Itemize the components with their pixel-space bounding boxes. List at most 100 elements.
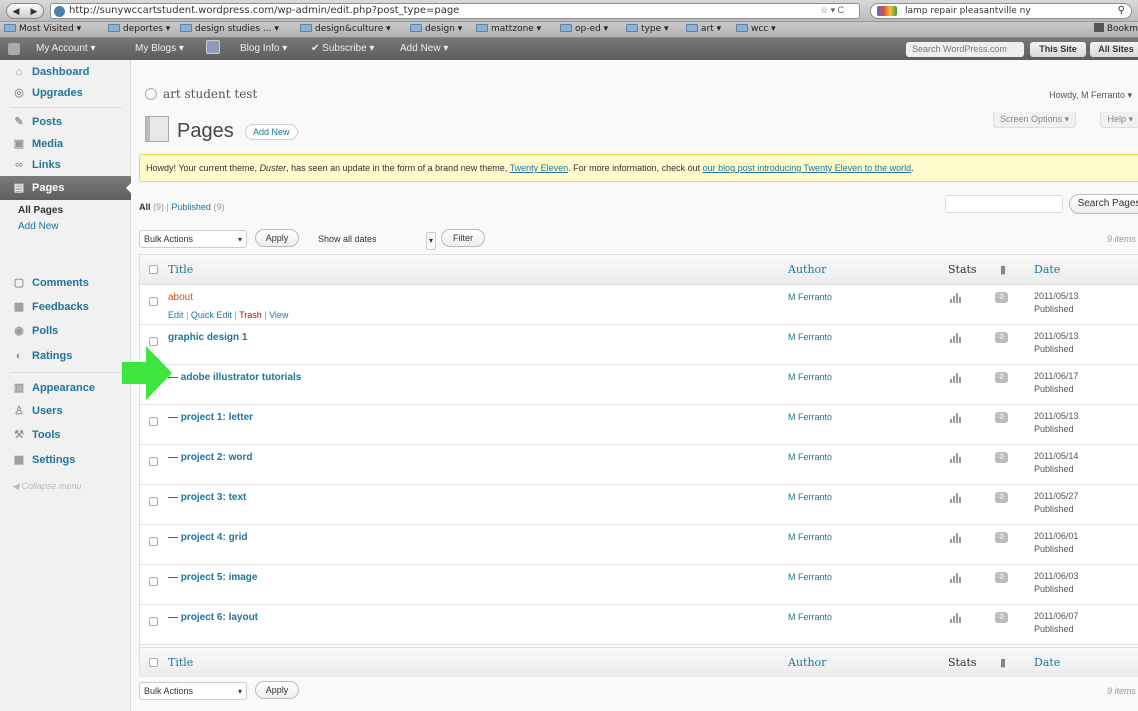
comment-count-bubble[interactable]: 0 <box>995 412 1008 423</box>
sidebar-item-appearance[interactable]: ▥ Appearance <box>0 376 131 400</box>
sidebar-item-links[interactable]: ∞ Links <box>0 153 131 177</box>
trash-link[interactable]: Trash <box>239 310 262 320</box>
sidebar-item-comments[interactable]: ▢ Comments <box>0 271 131 295</box>
page-title-link[interactable]: — project 6: layout <box>168 612 258 623</box>
row-checkbox[interactable] <box>149 537 158 546</box>
row-checkbox[interactable] <box>149 457 158 466</box>
select-all-checkbox[interactable] <box>149 658 158 667</box>
blog-info-menu[interactable]: Blog Info ▾ <box>240 38 287 60</box>
author-link[interactable]: M Ferranto <box>788 412 832 422</box>
page-title-link[interactable]: — project 3: text <box>168 492 246 503</box>
magnifier-icon[interactable]: ⚲ <box>1118 4 1125 18</box>
blog-logo-icon[interactable] <box>206 38 220 60</box>
my-blogs-menu[interactable]: My Blogs ▾ <box>135 38 184 60</box>
stats-icon[interactable] <box>950 492 962 503</box>
my-account-menu[interactable]: My Account ▾ <box>36 38 96 60</box>
sidebar-item-tools[interactable]: ⚒ Tools <box>0 423 131 447</box>
stats-icon[interactable] <box>950 572 962 583</box>
sidebar-item-ratings[interactable]: ◐ Ratings <box>0 344 131 368</box>
row-checkbox[interactable] <box>149 577 158 586</box>
bookmark-mattzone[interactable]: mattzone ▾ <box>476 22 541 37</box>
comment-count-bubble[interactable]: 0 <box>995 332 1008 343</box>
comment-bubble-icon[interactable]: ▮ <box>1000 656 1006 669</box>
subscribe-menu[interactable]: ✔ Subscribe ▾ <box>311 38 374 60</box>
back-forward-buttons[interactable]: ◀ ▶ <box>6 3 44 19</box>
bookmark-design-culture[interactable]: design&culture ▾ <box>300 22 391 37</box>
add-new-page-button[interactable]: Add New <box>245 124 298 140</box>
author-link[interactable]: M Ferranto <box>788 572 832 582</box>
page-title-link[interactable]: — adobe illustrator tutorials <box>168 372 301 383</box>
back-button[interactable]: ◀ <box>7 4 25 18</box>
comment-count-bubble[interactable]: 0 <box>995 572 1008 583</box>
edit-link[interactable]: Edit <box>168 310 184 320</box>
help-tab[interactable]: Help ▾ <box>1100 112 1138 128</box>
column-date[interactable]: Date <box>1034 263 1060 276</box>
twenty-eleven-link[interactable]: Twenty Eleven <box>510 163 569 173</box>
sidebar-item-pages[interactable]: ▤ Pages <box>0 176 132 200</box>
forward-button[interactable]: ▶ <box>25 4 43 18</box>
filter-all-link[interactable]: All <box>139 202 151 212</box>
site-title[interactable]: art student test <box>145 87 257 101</box>
address-bar[interactable]: http://sunywccartstudent.wordpress.com/w… <box>50 3 860 19</box>
column-title[interactable]: Title <box>168 656 193 669</box>
bookmark-most-visited[interactable]: Most Visited ▾ <box>4 22 81 37</box>
page-title-link[interactable]: — project 5: image <box>168 572 257 583</box>
bookmark-deportes[interactable]: deportes ▾ <box>108 22 170 37</box>
admin-search-input[interactable]: Search WordPress.com <box>906 42 1024 57</box>
wordpress-icon[interactable] <box>8 43 20 55</box>
column-title[interactable]: Title <box>168 263 193 276</box>
bookmark-type[interactable]: type ▾ <box>626 22 668 37</box>
column-author[interactable]: Author <box>788 263 826 276</box>
row-checkbox[interactable] <box>149 497 158 506</box>
bookmark-op-ed[interactable]: op-ed ▾ <box>560 22 608 37</box>
view-link[interactable]: View <box>269 310 288 320</box>
comment-count-bubble[interactable]: 0 <box>995 612 1008 623</box>
stats-icon[interactable] <box>950 412 962 423</box>
search-pages-input[interactable] <box>945 195 1063 213</box>
sidebar-sub-all-pages[interactable]: All Pages <box>0 203 131 219</box>
bulk-actions-select-bottom[interactable]: Bulk Actions ▾ <box>139 682 247 700</box>
author-link[interactable]: M Ferranto <box>788 492 832 502</box>
stats-icon[interactable] <box>950 612 962 623</box>
quick-edit-link[interactable]: Quick Edit <box>191 310 232 320</box>
bookmarks-menu[interactable]: Bookm <box>1093 22 1138 37</box>
dates-select[interactable]: Show all dates ▾ <box>313 230 441 250</box>
comment-count-bubble[interactable]: 0 <box>995 372 1008 383</box>
page-title-link[interactable]: — project 2: word <box>168 452 252 463</box>
stats-icon[interactable] <box>950 372 962 383</box>
comment-count-bubble[interactable]: 0 <box>995 492 1008 503</box>
search-engine-icon[interactable] <box>877 6 897 16</box>
author-link[interactable]: M Ferranto <box>788 452 832 462</box>
search-pages-button[interactable]: Search Pages <box>1069 194 1138 214</box>
select-all-checkbox[interactable] <box>149 265 158 274</box>
sidebar-item-settings[interactable]: ▩ Settings <box>0 448 131 472</box>
stats-icon[interactable] <box>950 532 962 543</box>
sidebar-item-upgrades[interactable]: ◎ Upgrades <box>0 81 131 105</box>
blog-post-link[interactable]: our blog post introducing Twenty Eleven … <box>703 163 911 173</box>
add-new-menu[interactable]: Add New ▾ <box>400 38 448 60</box>
collapse-menu-button[interactable]: ◀ Collapse menu <box>12 481 81 492</box>
sidebar-item-posts[interactable]: ✎ Posts <box>0 110 131 134</box>
comment-count-bubble[interactable]: 0 <box>995 452 1008 463</box>
bookmark-wcc[interactable]: wcc ▾ <box>736 22 776 37</box>
page-title-link[interactable]: — project 1: letter <box>168 412 253 423</box>
stats-icon[interactable] <box>950 452 962 463</box>
filter-published-link[interactable]: Published <box>171 202 211 212</box>
bookmark-design[interactable]: design ▾ <box>410 22 462 37</box>
stats-icon[interactable] <box>950 332 962 343</box>
apply-button[interactable]: Apply <box>255 229 299 247</box>
row-checkbox[interactable] <box>149 297 158 306</box>
screen-options-tab[interactable]: Screen Options ▾ <box>992 112 1076 128</box>
page-title-link[interactable]: graphic design 1 <box>168 332 247 343</box>
page-title-link[interactable]: about <box>168 292 193 303</box>
row-checkbox[interactable] <box>149 617 158 626</box>
row-checkbox[interactable] <box>149 417 158 426</box>
all-sites-button[interactable]: All Sites <box>1090 42 1138 57</box>
row-checkbox[interactable] <box>149 337 158 346</box>
column-date[interactable]: Date <box>1034 656 1060 669</box>
author-link[interactable]: M Ferranto <box>788 532 832 542</box>
author-link[interactable]: M Ferranto <box>788 292 832 302</box>
url-tools[interactable]: ☆ ▾ C <box>820 3 844 17</box>
author-link[interactable]: M Ferranto <box>788 612 832 622</box>
sidebar-item-polls[interactable]: ◉ Polls <box>0 319 131 343</box>
